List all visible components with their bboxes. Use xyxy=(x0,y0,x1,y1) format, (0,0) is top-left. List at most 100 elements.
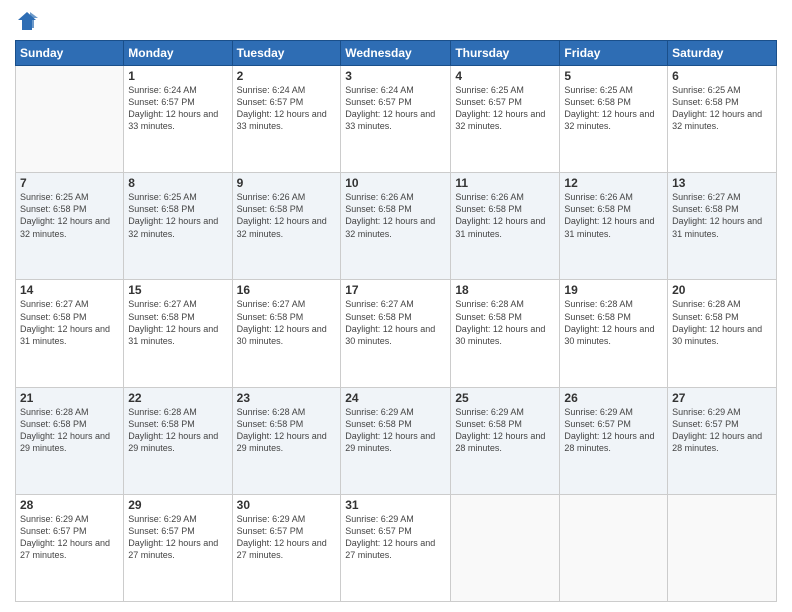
day-info: Sunrise: 6:28 AMSunset: 6:58 PMDaylight:… xyxy=(672,298,772,347)
day-number: 2 xyxy=(237,69,337,83)
day-cell: 28 Sunrise: 6:29 AMSunset: 6:57 PMDaylig… xyxy=(16,494,124,601)
day-cell: 1 Sunrise: 6:24 AMSunset: 6:57 PMDayligh… xyxy=(124,66,232,173)
day-cell: 14 Sunrise: 6:27 AMSunset: 6:58 PMDaylig… xyxy=(16,280,124,387)
day-info: Sunrise: 6:29 AMSunset: 6:57 PMDaylight:… xyxy=(20,513,119,562)
day-cell: 19 Sunrise: 6:28 AMSunset: 6:58 PMDaylig… xyxy=(560,280,668,387)
day-number: 15 xyxy=(128,283,227,297)
day-info: Sunrise: 6:26 AMSunset: 6:58 PMDaylight:… xyxy=(237,191,337,240)
day-cell: 18 Sunrise: 6:28 AMSunset: 6:58 PMDaylig… xyxy=(451,280,560,387)
day-number: 24 xyxy=(345,391,446,405)
day-cell: 29 Sunrise: 6:29 AMSunset: 6:57 PMDaylig… xyxy=(124,494,232,601)
day-cell: 22 Sunrise: 6:28 AMSunset: 6:58 PMDaylig… xyxy=(124,387,232,494)
day-info: Sunrise: 6:29 AMSunset: 6:57 PMDaylight:… xyxy=(345,513,446,562)
day-cell: 23 Sunrise: 6:28 AMSunset: 6:58 PMDaylig… xyxy=(232,387,341,494)
day-number: 31 xyxy=(345,498,446,512)
day-info: Sunrise: 6:27 AMSunset: 6:58 PMDaylight:… xyxy=(128,298,227,347)
day-info: Sunrise: 6:27 AMSunset: 6:58 PMDaylight:… xyxy=(237,298,337,347)
day-number: 13 xyxy=(672,176,772,190)
day-info: Sunrise: 6:28 AMSunset: 6:58 PMDaylight:… xyxy=(237,406,337,455)
day-info: Sunrise: 6:25 AMSunset: 6:58 PMDaylight:… xyxy=(672,84,772,133)
day-number: 17 xyxy=(345,283,446,297)
day-cell: 31 Sunrise: 6:29 AMSunset: 6:57 PMDaylig… xyxy=(341,494,451,601)
day-info: Sunrise: 6:25 AMSunset: 6:58 PMDaylight:… xyxy=(128,191,227,240)
day-info: Sunrise: 6:29 AMSunset: 6:57 PMDaylight:… xyxy=(672,406,772,455)
day-number: 26 xyxy=(564,391,663,405)
day-number: 21 xyxy=(20,391,119,405)
day-info: Sunrise: 6:27 AMSunset: 6:58 PMDaylight:… xyxy=(20,298,119,347)
day-cell: 17 Sunrise: 6:27 AMSunset: 6:58 PMDaylig… xyxy=(341,280,451,387)
day-number: 7 xyxy=(20,176,119,190)
day-info: Sunrise: 6:29 AMSunset: 6:58 PMDaylight:… xyxy=(345,406,446,455)
day-number: 22 xyxy=(128,391,227,405)
day-cell: 13 Sunrise: 6:27 AMSunset: 6:58 PMDaylig… xyxy=(668,173,777,280)
day-cell: 21 Sunrise: 6:28 AMSunset: 6:58 PMDaylig… xyxy=(16,387,124,494)
day-number: 19 xyxy=(564,283,663,297)
header xyxy=(15,10,777,32)
day-cell: 26 Sunrise: 6:29 AMSunset: 6:57 PMDaylig… xyxy=(560,387,668,494)
day-cell: 25 Sunrise: 6:29 AMSunset: 6:58 PMDaylig… xyxy=(451,387,560,494)
day-number: 16 xyxy=(237,283,337,297)
day-info: Sunrise: 6:27 AMSunset: 6:58 PMDaylight:… xyxy=(345,298,446,347)
day-cell xyxy=(16,66,124,173)
day-cell: 8 Sunrise: 6:25 AMSunset: 6:58 PMDayligh… xyxy=(124,173,232,280)
day-number: 12 xyxy=(564,176,663,190)
day-info: Sunrise: 6:26 AMSunset: 6:58 PMDaylight:… xyxy=(564,191,663,240)
day-number: 4 xyxy=(455,69,555,83)
day-info: Sunrise: 6:28 AMSunset: 6:58 PMDaylight:… xyxy=(455,298,555,347)
day-cell xyxy=(451,494,560,601)
day-cell: 30 Sunrise: 6:29 AMSunset: 6:57 PMDaylig… xyxy=(232,494,341,601)
day-info: Sunrise: 6:29 AMSunset: 6:58 PMDaylight:… xyxy=(455,406,555,455)
day-header-wednesday: Wednesday xyxy=(341,41,451,66)
week-row-3: 21 Sunrise: 6:28 AMSunset: 6:58 PMDaylig… xyxy=(16,387,777,494)
day-info: Sunrise: 6:24 AMSunset: 6:57 PMDaylight:… xyxy=(128,84,227,133)
page: SundayMondayTuesdayWednesdayThursdayFrid… xyxy=(0,0,792,612)
day-number: 27 xyxy=(672,391,772,405)
day-cell: 2 Sunrise: 6:24 AMSunset: 6:57 PMDayligh… xyxy=(232,66,341,173)
day-header-sunday: Sunday xyxy=(16,41,124,66)
day-info: Sunrise: 6:29 AMSunset: 6:57 PMDaylight:… xyxy=(128,513,227,562)
day-number: 10 xyxy=(345,176,446,190)
day-number: 6 xyxy=(672,69,772,83)
day-number: 23 xyxy=(237,391,337,405)
day-info: Sunrise: 6:25 AMSunset: 6:57 PMDaylight:… xyxy=(455,84,555,133)
logo xyxy=(15,10,39,32)
day-info: Sunrise: 6:28 AMSunset: 6:58 PMDaylight:… xyxy=(128,406,227,455)
day-header-thursday: Thursday xyxy=(451,41,560,66)
day-cell: 5 Sunrise: 6:25 AMSunset: 6:58 PMDayligh… xyxy=(560,66,668,173)
day-cell: 16 Sunrise: 6:27 AMSunset: 6:58 PMDaylig… xyxy=(232,280,341,387)
day-cell: 20 Sunrise: 6:28 AMSunset: 6:58 PMDaylig… xyxy=(668,280,777,387)
day-cell xyxy=(668,494,777,601)
week-row-0: 1 Sunrise: 6:24 AMSunset: 6:57 PMDayligh… xyxy=(16,66,777,173)
day-header-friday: Friday xyxy=(560,41,668,66)
day-number: 5 xyxy=(564,69,663,83)
day-info: Sunrise: 6:28 AMSunset: 6:58 PMDaylight:… xyxy=(20,406,119,455)
day-number: 18 xyxy=(455,283,555,297)
day-cell: 27 Sunrise: 6:29 AMSunset: 6:57 PMDaylig… xyxy=(668,387,777,494)
day-cell: 24 Sunrise: 6:29 AMSunset: 6:58 PMDaylig… xyxy=(341,387,451,494)
day-info: Sunrise: 6:25 AMSunset: 6:58 PMDaylight:… xyxy=(20,191,119,240)
day-cell: 9 Sunrise: 6:26 AMSunset: 6:58 PMDayligh… xyxy=(232,173,341,280)
day-info: Sunrise: 6:27 AMSunset: 6:58 PMDaylight:… xyxy=(672,191,772,240)
day-info: Sunrise: 6:26 AMSunset: 6:58 PMDaylight:… xyxy=(345,191,446,240)
day-header-monday: Monday xyxy=(124,41,232,66)
week-row-1: 7 Sunrise: 6:25 AMSunset: 6:58 PMDayligh… xyxy=(16,173,777,280)
calendar-table: SundayMondayTuesdayWednesdayThursdayFrid… xyxy=(15,40,777,602)
day-cell: 7 Sunrise: 6:25 AMSunset: 6:58 PMDayligh… xyxy=(16,173,124,280)
day-cell: 3 Sunrise: 6:24 AMSunset: 6:57 PMDayligh… xyxy=(341,66,451,173)
day-number: 9 xyxy=(237,176,337,190)
day-cell: 6 Sunrise: 6:25 AMSunset: 6:58 PMDayligh… xyxy=(668,66,777,173)
day-number: 25 xyxy=(455,391,555,405)
day-cell: 10 Sunrise: 6:26 AMSunset: 6:58 PMDaylig… xyxy=(341,173,451,280)
day-info: Sunrise: 6:25 AMSunset: 6:58 PMDaylight:… xyxy=(564,84,663,133)
day-number: 1 xyxy=(128,69,227,83)
day-info: Sunrise: 6:24 AMSunset: 6:57 PMDaylight:… xyxy=(345,84,446,133)
day-cell xyxy=(560,494,668,601)
day-info: Sunrise: 6:24 AMSunset: 6:57 PMDaylight:… xyxy=(237,84,337,133)
day-header-saturday: Saturday xyxy=(668,41,777,66)
day-info: Sunrise: 6:29 AMSunset: 6:57 PMDaylight:… xyxy=(564,406,663,455)
day-number: 20 xyxy=(672,283,772,297)
day-number: 14 xyxy=(20,283,119,297)
day-number: 3 xyxy=(345,69,446,83)
day-cell: 4 Sunrise: 6:25 AMSunset: 6:57 PMDayligh… xyxy=(451,66,560,173)
day-info: Sunrise: 6:26 AMSunset: 6:58 PMDaylight:… xyxy=(455,191,555,240)
